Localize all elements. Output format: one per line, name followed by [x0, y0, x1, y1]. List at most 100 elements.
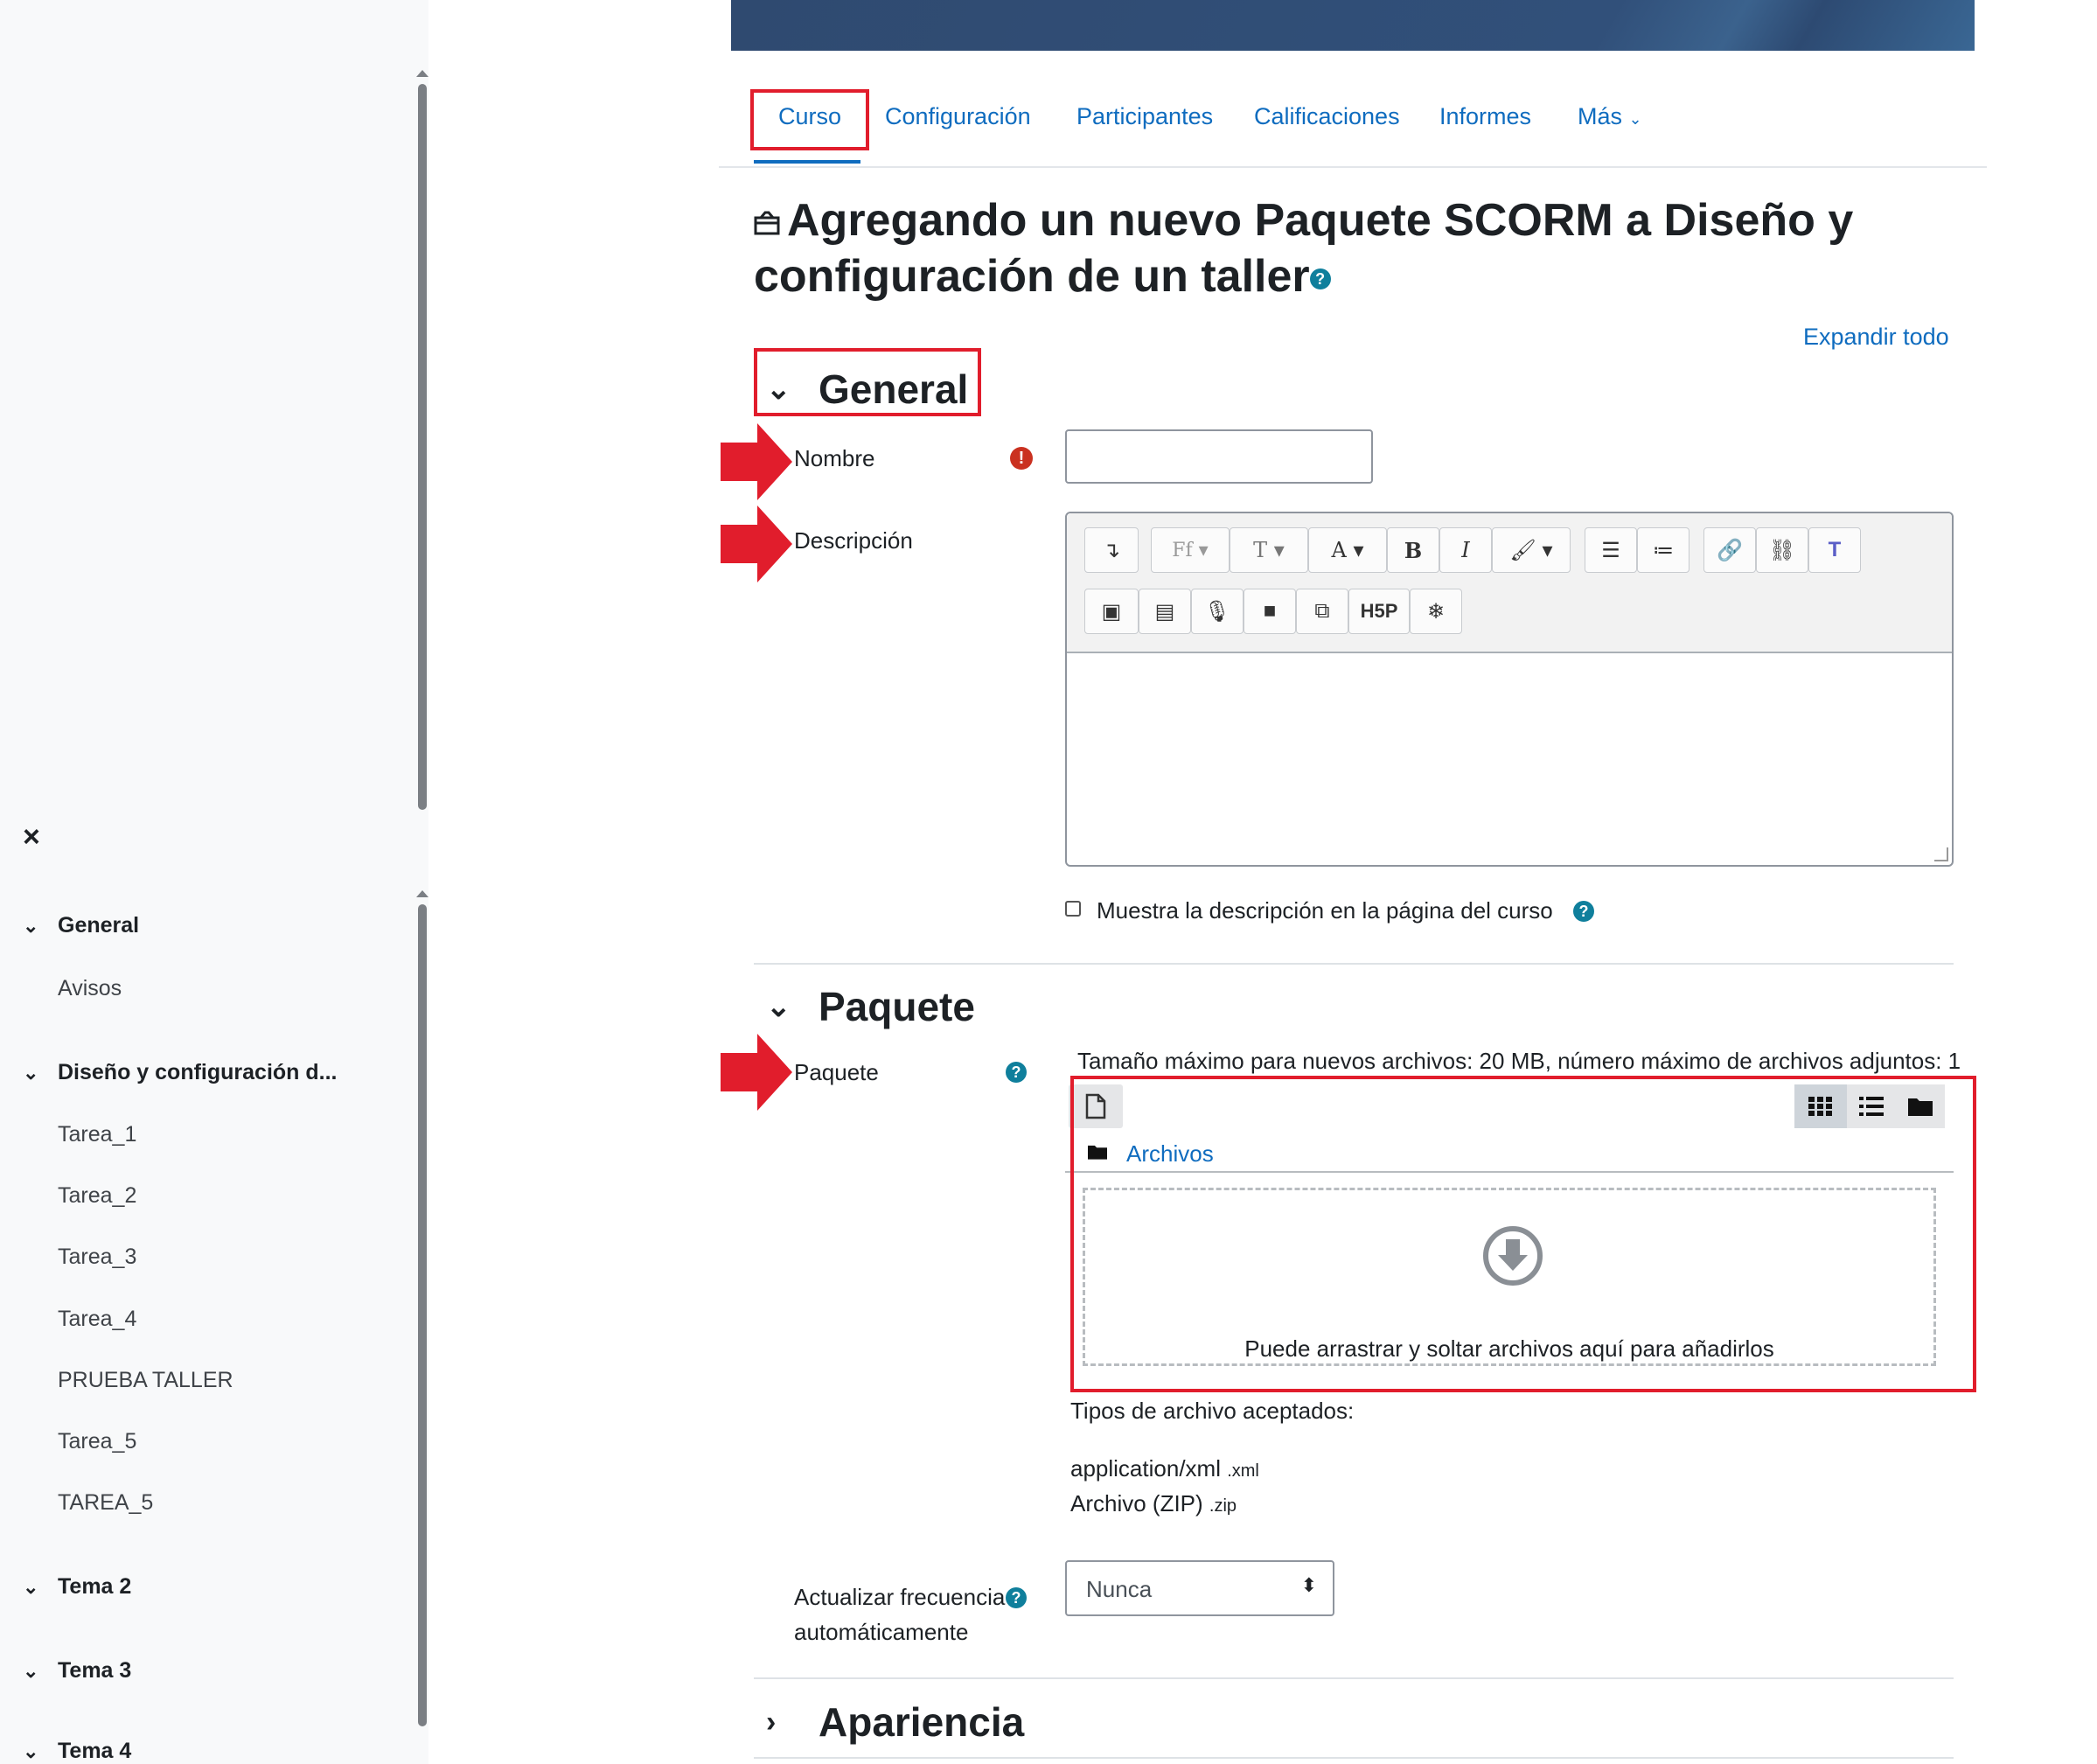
- help-icon[interactable]: ?: [1309, 268, 1331, 290]
- accepted-type-xml: application/xml .xml: [1070, 1455, 1259, 1482]
- section-title: Tema 4: [58, 1739, 132, 1763]
- sidebar-item-tarea-1[interactable]: Tarea_1: [58, 1122, 136, 1147]
- italic-icon: I: [1461, 538, 1470, 562]
- section-tema-4[interactable]: ⌄ Tema 4: [23, 1739, 131, 1764]
- selected-value: Nunca: [1086, 1576, 1153, 1602]
- help-icon[interactable]: ?: [1006, 1062, 1027, 1083]
- chevron-down-icon: ⌄: [23, 1740, 39, 1762]
- highlight-box-filepicker: [1070, 1076, 1976, 1392]
- record-audio-button[interactable]: 🎙: [1191, 589, 1244, 634]
- package-section-header[interactable]: ⌄ Paquete: [766, 983, 975, 1030]
- special-characters-button[interactable]: ❄: [1410, 589, 1462, 634]
- accepted-type-ext: .xml: [1227, 1461, 1259, 1481]
- chevron-down-icon: ⌄: [1628, 110, 1642, 128]
- accepted-type-zip: Archivo (ZIP) .zip: [1070, 1490, 1237, 1517]
- sidebar-item-tarea-5[interactable]: Tarea_5: [58, 1429, 136, 1454]
- tab-configuracion[interactable]: Configuración: [885, 103, 1031, 130]
- update-frequency-label-line2: automáticamente: [794, 1619, 969, 1645]
- record-video-button[interactable]: ■: [1244, 589, 1296, 634]
- name-label: Nombre: [794, 445, 875, 471]
- section-divider: [754, 1757, 1954, 1759]
- accepted-type-ext: .zip: [1209, 1496, 1237, 1516]
- description-label: Descripción: [794, 527, 913, 554]
- help-icon[interactable]: ?: [1006, 1587, 1027, 1608]
- section-tema-2[interactable]: ⌄ Tema 2: [23, 1574, 131, 1600]
- video-camera-icon: ■: [1263, 599, 1277, 623]
- show-description-label: Muestra la descripción en la página del …: [1097, 897, 1553, 924]
- manage-files-button[interactable]: ⧉: [1296, 589, 1348, 634]
- collapse-toolbar-button[interactable]: ↴: [1084, 527, 1139, 573]
- unlink-icon: ⛓: [1768, 538, 1796, 562]
- section-diseno[interactable]: ⌄ Diseño y configuración d...: [23, 1060, 337, 1085]
- tab-informes[interactable]: Informes: [1439, 103, 1531, 130]
- sidebar-item-tarea-5-upper[interactable]: TAREA_5: [58, 1490, 153, 1516]
- italic-button[interactable]: I: [1439, 527, 1492, 573]
- font-color-icon: A ▾: [1331, 538, 1364, 562]
- scroll-up-arrow-top[interactable]: [416, 70, 428, 77]
- max-size-text: Tamaño máximo para nuevos archivos: 20 M…: [1077, 1048, 1961, 1074]
- section-tema-3[interactable]: ⌄ Tema 3: [23, 1658, 131, 1684]
- insert-media-button[interactable]: ▤: [1139, 589, 1191, 634]
- link-button[interactable]: 🔗: [1703, 527, 1756, 573]
- section-title: Tema 2: [58, 1574, 132, 1599]
- sidebar-item-avisos[interactable]: Avisos: [58, 976, 122, 1001]
- ordered-list-button[interactable]: ≔: [1637, 527, 1689, 573]
- tab-calificaciones[interactable]: Calificaciones: [1254, 103, 1400, 130]
- teams-button[interactable]: T: [1808, 527, 1861, 573]
- unlink-button[interactable]: ⛓: [1756, 527, 1808, 573]
- link-icon: 🔗: [1717, 538, 1743, 562]
- accepted-type-name: Archivo (ZIP): [1070, 1490, 1203, 1516]
- bold-button[interactable]: B: [1387, 527, 1439, 573]
- package-heading: Paquete: [819, 984, 975, 1029]
- section-general[interactable]: ⌄ General: [23, 913, 139, 938]
- section-title: Tema 3: [58, 1658, 132, 1683]
- show-description-checkbox[interactable]: [1065, 901, 1081, 917]
- tab-mas-label: Más: [1578, 103, 1623, 129]
- update-frequency-select[interactable]: Nunca ⬍: [1065, 1560, 1334, 1616]
- active-tab-indicator: [754, 160, 860, 164]
- scrollbar-top[interactable]: [418, 84, 427, 810]
- description-editor[interactable]: ↴ Ff ▾ T ▾ A ▾ B I 🖌 ▾ ☰ ≔ 🔗 ⛓ T ▣ ▤ 🎙 ■…: [1065, 512, 1954, 867]
- close-drawer-icon[interactable]: ×: [23, 822, 40, 852]
- resize-handle-icon[interactable]: [1934, 847, 1948, 861]
- arrow-down-icon: ↴: [1102, 538, 1121, 562]
- chevron-down-icon: ⌄: [23, 1659, 39, 1682]
- tab-participantes[interactable]: Participantes: [1076, 103, 1213, 130]
- appearance-section-header[interactable]: › Apariencia: [766, 1698, 1024, 1746]
- font-size-button[interactable]: T ▾: [1230, 527, 1308, 573]
- update-frequency-label: Actualizar frecuencia: [794, 1584, 1005, 1611]
- name-input[interactable]: [1065, 429, 1373, 484]
- sidebar-item-prueba-taller[interactable]: PRUEBA TALLER: [58, 1368, 233, 1393]
- sidebar-item-tarea-4[interactable]: Tarea_4: [58, 1307, 136, 1332]
- package-label: Paquete: [794, 1059, 879, 1085]
- brush-icon: 🖌 ▾: [1509, 538, 1553, 562]
- course-header-banner: [731, 0, 1975, 51]
- font-family-icon: Ff ▾: [1172, 539, 1209, 561]
- page-title-line2: configuración de un taller: [754, 251, 1310, 302]
- font-color-button[interactable]: A ▾: [1308, 527, 1387, 573]
- tabs-divider: [719, 166, 1987, 168]
- section-title: General: [58, 913, 140, 938]
- paint-brush-button[interactable]: 🖌 ▾: [1492, 527, 1571, 573]
- red-arrow-icon: [721, 423, 792, 500]
- insert-image-button[interactable]: ▣: [1084, 589, 1139, 634]
- h5p-button[interactable]: H5P: [1348, 589, 1410, 634]
- section-divider: [754, 1677, 1954, 1679]
- chevron-down-icon: ⌄: [23, 1061, 39, 1084]
- font-family-button[interactable]: Ff ▾: [1151, 527, 1230, 573]
- accepted-types-label: Tipos de archivo aceptados:: [1070, 1398, 1355, 1424]
- sidebar-item-tarea-3[interactable]: Tarea_3: [58, 1245, 136, 1270]
- chevron-right-icon: ›: [766, 1705, 777, 1739]
- course-index-drawer: × ⌄ General Avisos ⌄ Diseño y configurac…: [0, 0, 428, 1764]
- sidebar-item-tarea-2[interactable]: Tarea_2: [58, 1183, 136, 1209]
- expand-all-link[interactable]: Expandir todo: [1803, 324, 1949, 351]
- tab-mas[interactable]: Más ⌄: [1578, 103, 1642, 130]
- red-arrow-icon: [721, 505, 792, 582]
- list-numbered-icon: ≔: [1653, 538, 1674, 562]
- scroll-up-arrow-bottom[interactable]: [416, 890, 428, 897]
- scrollbar-bottom[interactable]: [418, 904, 427, 1726]
- unordered-list-button[interactable]: ☰: [1585, 527, 1637, 573]
- accepted-type-name: application/xml: [1070, 1455, 1221, 1482]
- update-frequency-label-line1: Actualizar frecuencia: [794, 1584, 1006, 1610]
- help-icon[interactable]: ?: [1573, 901, 1594, 922]
